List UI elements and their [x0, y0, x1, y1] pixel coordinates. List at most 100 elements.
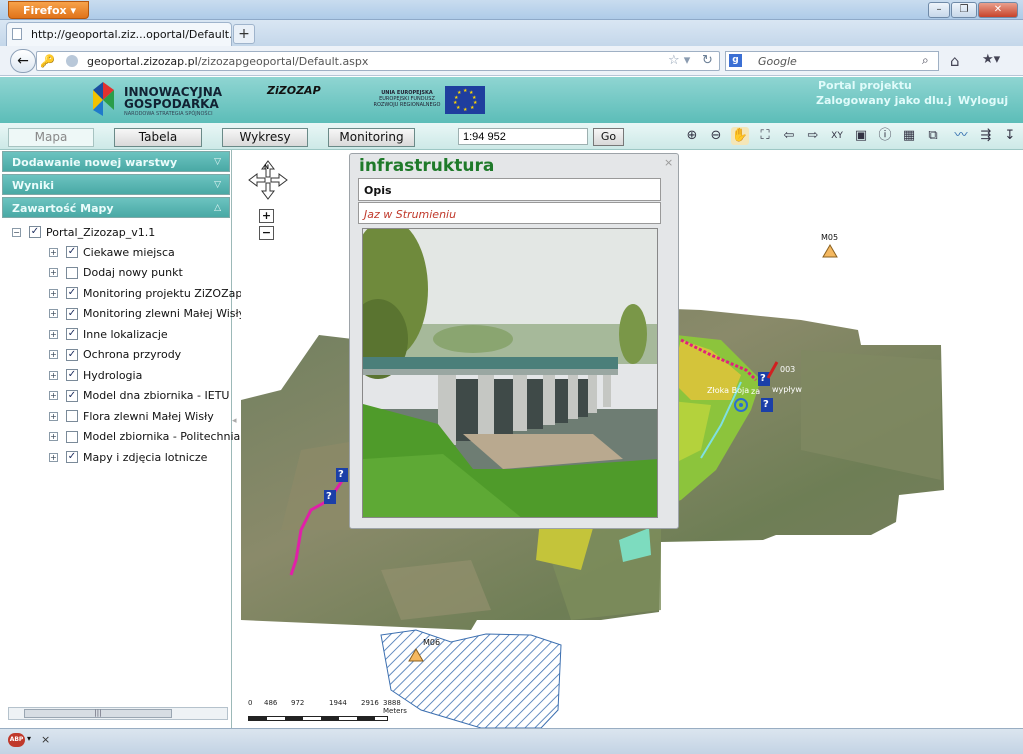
weir-photo-graphic [363, 229, 657, 517]
layer-checkbox[interactable]: ✓ [66, 246, 78, 258]
layer-checkbox[interactable] [66, 430, 78, 443]
marker-label-zloka: Złoka Boja [707, 386, 750, 395]
tab-table[interactable]: Tabela [114, 128, 202, 147]
section-map-contents-label: Zawartość Mapy [12, 202, 114, 215]
expand-icon[interactable]: + [49, 452, 58, 462]
zoom-out-icon[interactable]: ⊖ [707, 127, 725, 145]
zoom-extent-icon[interactable]: ⛶ [756, 127, 774, 145]
section-results[interactable]: Wyniki ▽ [2, 174, 230, 195]
layer-item: + ✓ Ochrona przyrody [49, 346, 181, 364]
expand-icon[interactable]: + [49, 432, 58, 441]
expand-icon[interactable]: + [49, 370, 58, 380]
layer-checkbox[interactable]: ✓ [66, 307, 78, 320]
layer-checkbox[interactable] [66, 410, 78, 422]
marker-label-wyplyw: wypływ [772, 385, 802, 394]
pan-hand-icon[interactable]: ✋ [731, 127, 749, 145]
logo-subtitle: NARODOWA STRATEGIA SPÓJNOŚCI [124, 111, 213, 117]
layer-checkbox[interactable]: ✓ [66, 348, 78, 361]
station-label-m05: M05 [821, 233, 839, 242]
bookmark-star-icon[interactable]: ☆ ▾ [668, 53, 690, 68]
layer-item: + ✓ Ciekawe miejsca [49, 243, 175, 261]
expand-icon[interactable]: + [49, 288, 58, 298]
close-window-button[interactable]: ✕ [978, 2, 1018, 18]
weir-photo[interactable] [362, 228, 658, 518]
select-icon[interactable]: ▣ [852, 127, 870, 145]
zoom-in-icon[interactable]: ⊕ [683, 127, 701, 145]
innovative-economy-logo-icon [93, 82, 114, 116]
layer-item: + ✓ Hydrologia [49, 366, 142, 384]
scale-bar: 0 486 972 1944 2916 3888 Meters [248, 699, 423, 721]
browser-tab[interactable]: http://geoportal.ziz...oportal/Default.a… [6, 22, 232, 46]
site-identity-icon[interactable]: 🔑 [40, 54, 55, 68]
home-icon[interactable]: ⌂ [950, 52, 960, 70]
scrollbar-thumb[interactable]: ||| [24, 709, 172, 718]
collapse-icon[interactable]: − [12, 227, 21, 237]
adblock-icon[interactable]: ABP [8, 733, 25, 747]
chevron-down-icon[interactable]: ▾ [27, 734, 31, 743]
tab-map[interactable]: Mapa [8, 128, 94, 147]
print-icon[interactable]: ▦ [900, 127, 918, 145]
close-icon[interactable]: × [664, 156, 673, 169]
firefox-menu-button[interactable]: Firefox ▾ [8, 1, 89, 19]
section-map-contents[interactable]: Zawartość Mapy △ [2, 197, 230, 218]
info-marker-icon[interactable]: ? [326, 491, 332, 502]
new-tab-button[interactable]: + [233, 24, 255, 44]
layer-label: Hydrologia [83, 368, 143, 382]
tab-monitoring[interactable]: Monitoring [328, 128, 415, 147]
layer-checkbox[interactable]: ✓ [29, 226, 41, 238]
search-icon[interactable]: ⌕ [922, 53, 929, 68]
xy-icon[interactable]: XY [828, 127, 846, 145]
layer-checkbox[interactable] [66, 266, 78, 279]
tab-charts[interactable]: Wykresy [222, 128, 308, 147]
popup-title: infrastruktura [359, 156, 495, 176]
forward-icon[interactable]: ⇨ [804, 127, 822, 145]
root-layer-label: Portal_Zizozap_v1.1 [46, 225, 156, 239]
info-marker-icon[interactable]: ? [338, 469, 344, 480]
info-icon[interactable]: ⓘ [876, 127, 894, 145]
layer-item: + Dodaj nowy punkt [49, 264, 183, 282]
portal-title-link[interactable]: Portal projektu [818, 79, 912, 92]
maximize-button[interactable]: ❐ [951, 2, 977, 18]
expand-icon[interactable]: + [49, 247, 58, 257]
url-bar[interactable]: geoportal.zizozap.pl/zizozapgeoportal/De… [36, 51, 720, 71]
expand-icon[interactable]: + [49, 350, 58, 359]
scale-tick-label: 2916 [361, 699, 379, 707]
scale-input[interactable] [458, 128, 588, 145]
expand-icon[interactable]: + [49, 309, 58, 318]
expand-icon[interactable]: + [49, 329, 58, 339]
layer-checkbox[interactable]: ✓ [66, 389, 78, 402]
layer-checkbox[interactable]: ✓ [66, 369, 78, 381]
layer-checkbox[interactable]: ✓ [66, 287, 78, 299]
close-icon[interactable]: × [41, 733, 50, 746]
reload-icon[interactable]: ↻ [702, 53, 713, 68]
search-input[interactable]: Google [725, 51, 939, 71]
back-button[interactable]: ← [10, 49, 36, 73]
info-marker-icon[interactable]: ? [760, 373, 766, 384]
export-icon[interactable]: ⇶ [977, 127, 995, 145]
expand-icon[interactable]: + [49, 411, 58, 421]
bookmarks-menu-icon[interactable]: ★▾ [982, 52, 1000, 67]
scale-ticks: 0 486 972 1944 2916 3888 Meters [248, 699, 423, 715]
popup-field-value: Jaz w Strumieniu [358, 202, 661, 224]
expand-icon[interactable]: + [49, 391, 58, 400]
panel-collapse-handle[interactable]: ◂ [232, 416, 240, 430]
back-icon[interactable]: ⇦ [780, 127, 798, 145]
info-marker-icon[interactable]: ? [763, 399, 769, 410]
eu-text: UNIA EUROPEJSKA EUROPEJSKI FUNDUSZ ROZWOJU… [370, 90, 444, 108]
line-icon[interactable]: 〰 [952, 127, 970, 145]
collapse-icon[interactable]: ↧ [1001, 127, 1019, 145]
layer-checkbox[interactable]: ✓ [66, 328, 78, 340]
go-button[interactable]: Go [593, 128, 624, 146]
layer-item: + ✓ Inne lokalizacje [49, 325, 168, 343]
layer-checkbox[interactable]: ✓ [66, 451, 78, 463]
zoom-out-button[interactable]: − [259, 226, 274, 240]
measure-icon[interactable]: ⧉ [924, 127, 942, 145]
layer-label: Ochrona przyrody [83, 348, 182, 361]
search-engine-icon[interactable]: g [729, 54, 742, 67]
expand-icon[interactable]: + [49, 268, 58, 277]
station-label-m06: M06 [423, 638, 441, 647]
section-add-layer[interactable]: Dodawanie nowej warstwy ▽ [2, 151, 230, 172]
logout-link[interactable]: Wyloguj [958, 94, 1008, 107]
zoom-in-button[interactable]: + [259, 209, 274, 223]
minimize-button[interactable]: – [928, 2, 950, 18]
